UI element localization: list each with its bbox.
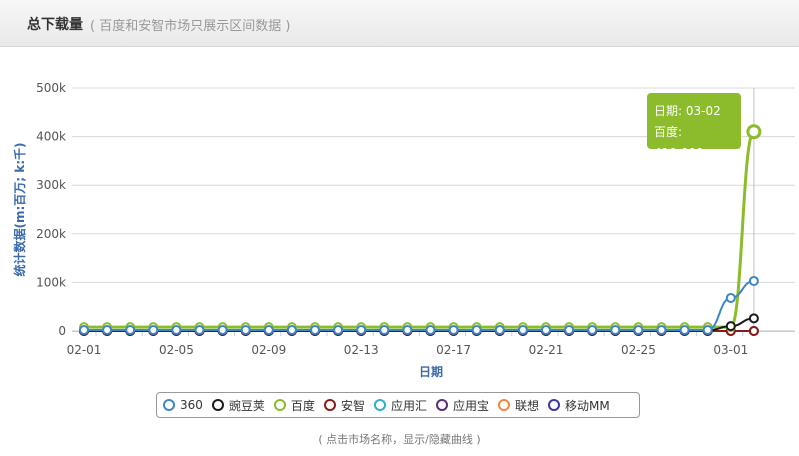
y-tick-label: 0: [58, 324, 66, 338]
data-point: [656, 325, 667, 336]
x-tick-label: 02-17: [436, 343, 471, 357]
legend-item-安智[interactable]: 安智: [323, 397, 365, 414]
legend-marker: [435, 399, 448, 411]
series-line-豌豆荚: [84, 317, 754, 332]
data-point: [564, 325, 575, 336]
data-point: [471, 325, 482, 336]
chart-tooltip: 日期: 03-02 百度: 410,000: [647, 93, 741, 160]
chart-legend: 360 豌豆荚 百度 安智 应用汇 应用宝 联想 移动MM: [156, 392, 640, 418]
legend-item-豌豆荚[interactable]: 豌豆荚: [211, 397, 265, 414]
legend-label: 移动MM: [565, 398, 610, 413]
x-axis-title: 日期: [419, 364, 443, 379]
data-point: [702, 325, 713, 336]
data-point: [448, 325, 459, 336]
legend-item-联想[interactable]: 联想: [497, 397, 539, 414]
data-point: [125, 325, 136, 336]
data-point: [240, 325, 251, 336]
series-line-360: [84, 279, 755, 332]
data-point: [725, 292, 736, 303]
legend-marker: [373, 399, 386, 411]
y-tick-label: 200k: [36, 227, 66, 241]
legend-label: 安智: [340, 398, 365, 413]
legend-hint: ( 点击市场名称，显示/隐藏曲线 ): [318, 433, 481, 446]
data-point: [748, 313, 759, 324]
legend-marker: [323, 399, 336, 411]
x-tick-label: 02-25: [621, 343, 656, 357]
data-point: [748, 275, 759, 286]
y-axis-title: 统计数据(m:百万; k:千): [12, 142, 27, 276]
data-point: [425, 325, 436, 336]
data-point: [746, 124, 762, 140]
x-tick-label: 03-01: [713, 343, 748, 357]
y-tick-label: 400k: [36, 130, 66, 144]
legend-label: 豌豆荚: [228, 398, 265, 413]
data-point: [541, 325, 551, 336]
legend-label: 应用汇: [390, 398, 427, 413]
legend-item-360[interactable]: 360: [163, 398, 203, 412]
data-point: [379, 325, 390, 336]
tooltip-value: 百度: 410,000: [654, 125, 704, 160]
data-point: [310, 325, 320, 336]
data-point: [633, 325, 644, 336]
chart-subtitle: ( 百度和安智市场只展示区间数据 ): [90, 19, 291, 34]
legend-item-应用宝[interactable]: 应用宝: [435, 397, 489, 414]
data-point: [679, 325, 690, 336]
legend-item-移动MM[interactable]: 移动MM: [548, 397, 610, 414]
data-point: [725, 321, 736, 332]
x-tick-label: 02-21: [529, 343, 564, 357]
y-tick-label: 100k: [36, 275, 66, 289]
y-tick-label: 500k: [36, 81, 66, 95]
data-point: [148, 325, 159, 336]
legend-marker: [163, 399, 175, 411]
x-tick-label: 02-01: [67, 343, 102, 357]
legend-label: 应用宝: [452, 398, 489, 413]
legend-marker: [273, 399, 286, 411]
data-point: [587, 325, 598, 336]
data-point: [194, 325, 205, 336]
data-point: [402, 325, 413, 336]
legend-label: 360: [180, 398, 203, 412]
data-point: [286, 325, 297, 336]
data-point: [748, 326, 759, 336]
data-point: [171, 325, 182, 336]
data-point: [263, 325, 274, 336]
legend-marker: [548, 399, 560, 411]
data-point: [217, 325, 228, 336]
chart-header: 总下载量 ( 百度和安智市场只展示区间数据 ): [0, 0, 799, 47]
tooltip-date: 日期: 03-02: [654, 104, 721, 118]
y-tick-label: 300k: [36, 178, 66, 192]
data-point: [494, 325, 505, 336]
legend-item-百度[interactable]: 百度: [273, 397, 315, 414]
x-tick-label: 02-13: [344, 343, 379, 357]
data-point: [356, 325, 367, 336]
data-point: [517, 325, 528, 336]
legend-marker: [211, 399, 224, 411]
legend-item-应用汇[interactable]: 应用汇: [373, 397, 427, 414]
legend-label: 百度: [290, 398, 315, 413]
x-tick-label: 02-05: [159, 343, 194, 357]
data-point: [610, 325, 621, 336]
data-point: [333, 325, 344, 336]
data-point: [102, 325, 113, 336]
chart-title: 总下载量: [27, 17, 83, 33]
legend-label: 联想: [514, 398, 539, 413]
data-point: [79, 325, 89, 336]
legend-marker: [497, 399, 510, 411]
x-tick-label: 02-09: [251, 343, 286, 357]
